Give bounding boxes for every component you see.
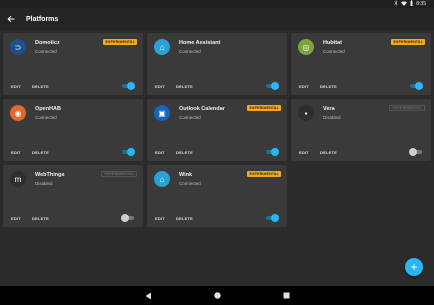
delete-button[interactable]: DELETE — [176, 150, 193, 155]
delete-button[interactable]: DELETE — [32, 84, 49, 89]
platform-name: Vera — [323, 106, 335, 112]
bluetooth-icon — [394, 0, 398, 8]
home-assistant-logo-icon: ⌂ — [154, 39, 170, 55]
platform-status: Connected — [323, 49, 345, 54]
page-title: Platforms — [26, 15, 59, 23]
toggle-thumb — [271, 148, 279, 156]
toggle-thumb — [121, 214, 129, 222]
edit-button[interactable]: EDIT — [11, 150, 21, 155]
delete-button[interactable]: DELETE — [320, 150, 337, 155]
platform-card[interactable]: m WebThings Disabled EXPERIMENTAL EDIT DELETE — [3, 165, 143, 227]
edit-button[interactable]: EDIT — [155, 216, 165, 221]
platform-card[interactable]: ⊃ Domoticz Connected EXPERIMENTAL EDIT DELETE — [3, 33, 143, 95]
experimental-badge: EXPERIMENTAL — [391, 39, 425, 45]
platform-status: Connected — [35, 115, 57, 120]
status-time: 8:35 — [416, 1, 426, 7]
platform-card[interactable]: ◎ Hubitat Connected EXPERIMENTAL EDIT DELETE — [291, 33, 431, 95]
experimental-badge: EXPERIMENTAL — [103, 39, 137, 45]
experimental-badge: EXPERIMENTAL — [101, 171, 137, 177]
arrow-back-icon[interactable] — [0, 8, 22, 30]
platform-grid: ⊃ Domoticz Connected EXPERIMENTAL EDIT DELETE… — [3, 33, 431, 227]
edit-button[interactable]: EDIT — [155, 84, 165, 89]
home-circle-icon[interactable] — [213, 292, 221, 299]
enable-toggle[interactable] — [265, 82, 279, 90]
platform-status: Connected — [179, 115, 201, 120]
platform-card[interactable]: ◉ OpenHAB Connected EDIT DELETE — [3, 99, 143, 161]
platform-card[interactable]: ▪ Vera Disabled EXPERIMENTAL EDIT DELETE — [291, 99, 431, 161]
wifi-icon — [401, 0, 408, 8]
edit-button[interactable]: EDIT — [299, 150, 309, 155]
wink-logo-icon: ⌂ — [154, 171, 170, 187]
vera-logo-icon: ▪ — [298, 105, 314, 121]
outlook-logo-icon: ▣ — [154, 105, 170, 121]
platform-status: Connected — [179, 49, 201, 54]
enable-toggle[interactable] — [121, 214, 135, 222]
edit-button[interactable]: EDIT — [155, 150, 165, 155]
experimental-badge: EXPERIMENTAL — [389, 105, 425, 111]
platform-name: Home Assistant — [179, 40, 221, 46]
experimental-badge: EXPERIMENTAL — [247, 105, 281, 111]
platform-card[interactable]: ⌂ Wink Connected EXPERIMENTAL EDIT DELETE — [147, 165, 287, 227]
enable-toggle[interactable] — [409, 148, 423, 156]
enable-toggle[interactable] — [121, 82, 135, 90]
delete-button[interactable]: DELETE — [176, 84, 193, 89]
enable-toggle[interactable] — [121, 148, 135, 156]
platform-card[interactable]: ⌂ Home Assistant Connected EDIT DELETE — [147, 33, 287, 95]
edit-button[interactable]: EDIT — [11, 84, 21, 89]
platform-status: Disabled — [323, 115, 341, 120]
edit-button[interactable]: EDIT — [11, 216, 21, 221]
system-nav-bar — [0, 286, 434, 305]
platform-card[interactable]: ▣ Outlook Calendar Connected EXPERIMENTAL ED… — [147, 99, 287, 161]
back-triangle-icon[interactable] — [145, 292, 152, 300]
toggle-thumb — [127, 148, 135, 156]
experimental-badge: EXPERIMENTAL — [247, 171, 281, 177]
domoticz-logo-icon: ⊃ — [10, 39, 26, 55]
edit-button[interactable]: EDIT — [299, 84, 309, 89]
delete-button[interactable]: DELETE — [32, 150, 49, 155]
enable-toggle[interactable] — [409, 82, 423, 90]
app-bar: Platforms — [0, 8, 434, 30]
battery-icon — [410, 0, 413, 8]
enable-toggle[interactable] — [265, 214, 279, 222]
toggle-thumb — [271, 82, 279, 90]
platform-name: Wink — [179, 172, 193, 178]
toggle-thumb — [271, 214, 279, 222]
enable-toggle[interactable] — [265, 148, 279, 156]
platform-status: Disabled — [35, 181, 53, 186]
recents-square-icon[interactable] — [283, 292, 290, 299]
platform-name: OpenHAB — [35, 106, 61, 112]
add-icon: + — [410, 260, 418, 274]
platform-name: WebThings — [35, 172, 65, 178]
hubitat-logo-icon: ◎ — [298, 39, 314, 55]
platform-name: Outlook Calendar — [179, 106, 225, 112]
toggle-thumb — [409, 148, 417, 156]
delete-button[interactable]: DELETE — [176, 216, 193, 221]
delete-button[interactable]: DELETE — [32, 216, 49, 221]
add-platform-button[interactable]: + — [405, 258, 423, 276]
delete-button[interactable]: DELETE — [320, 84, 337, 89]
status-bar: 8:35 — [0, 0, 434, 8]
platform-status: Connected — [179, 181, 201, 186]
platform-name: Hubitat — [323, 40, 342, 46]
toggle-thumb — [415, 82, 423, 90]
toggle-thumb — [127, 82, 135, 90]
platform-status: Connected — [35, 49, 57, 54]
webthings-logo-icon: m — [10, 171, 26, 187]
openhab-logo-icon: ◉ — [10, 105, 26, 121]
platform-name: Domoticz — [35, 40, 60, 46]
